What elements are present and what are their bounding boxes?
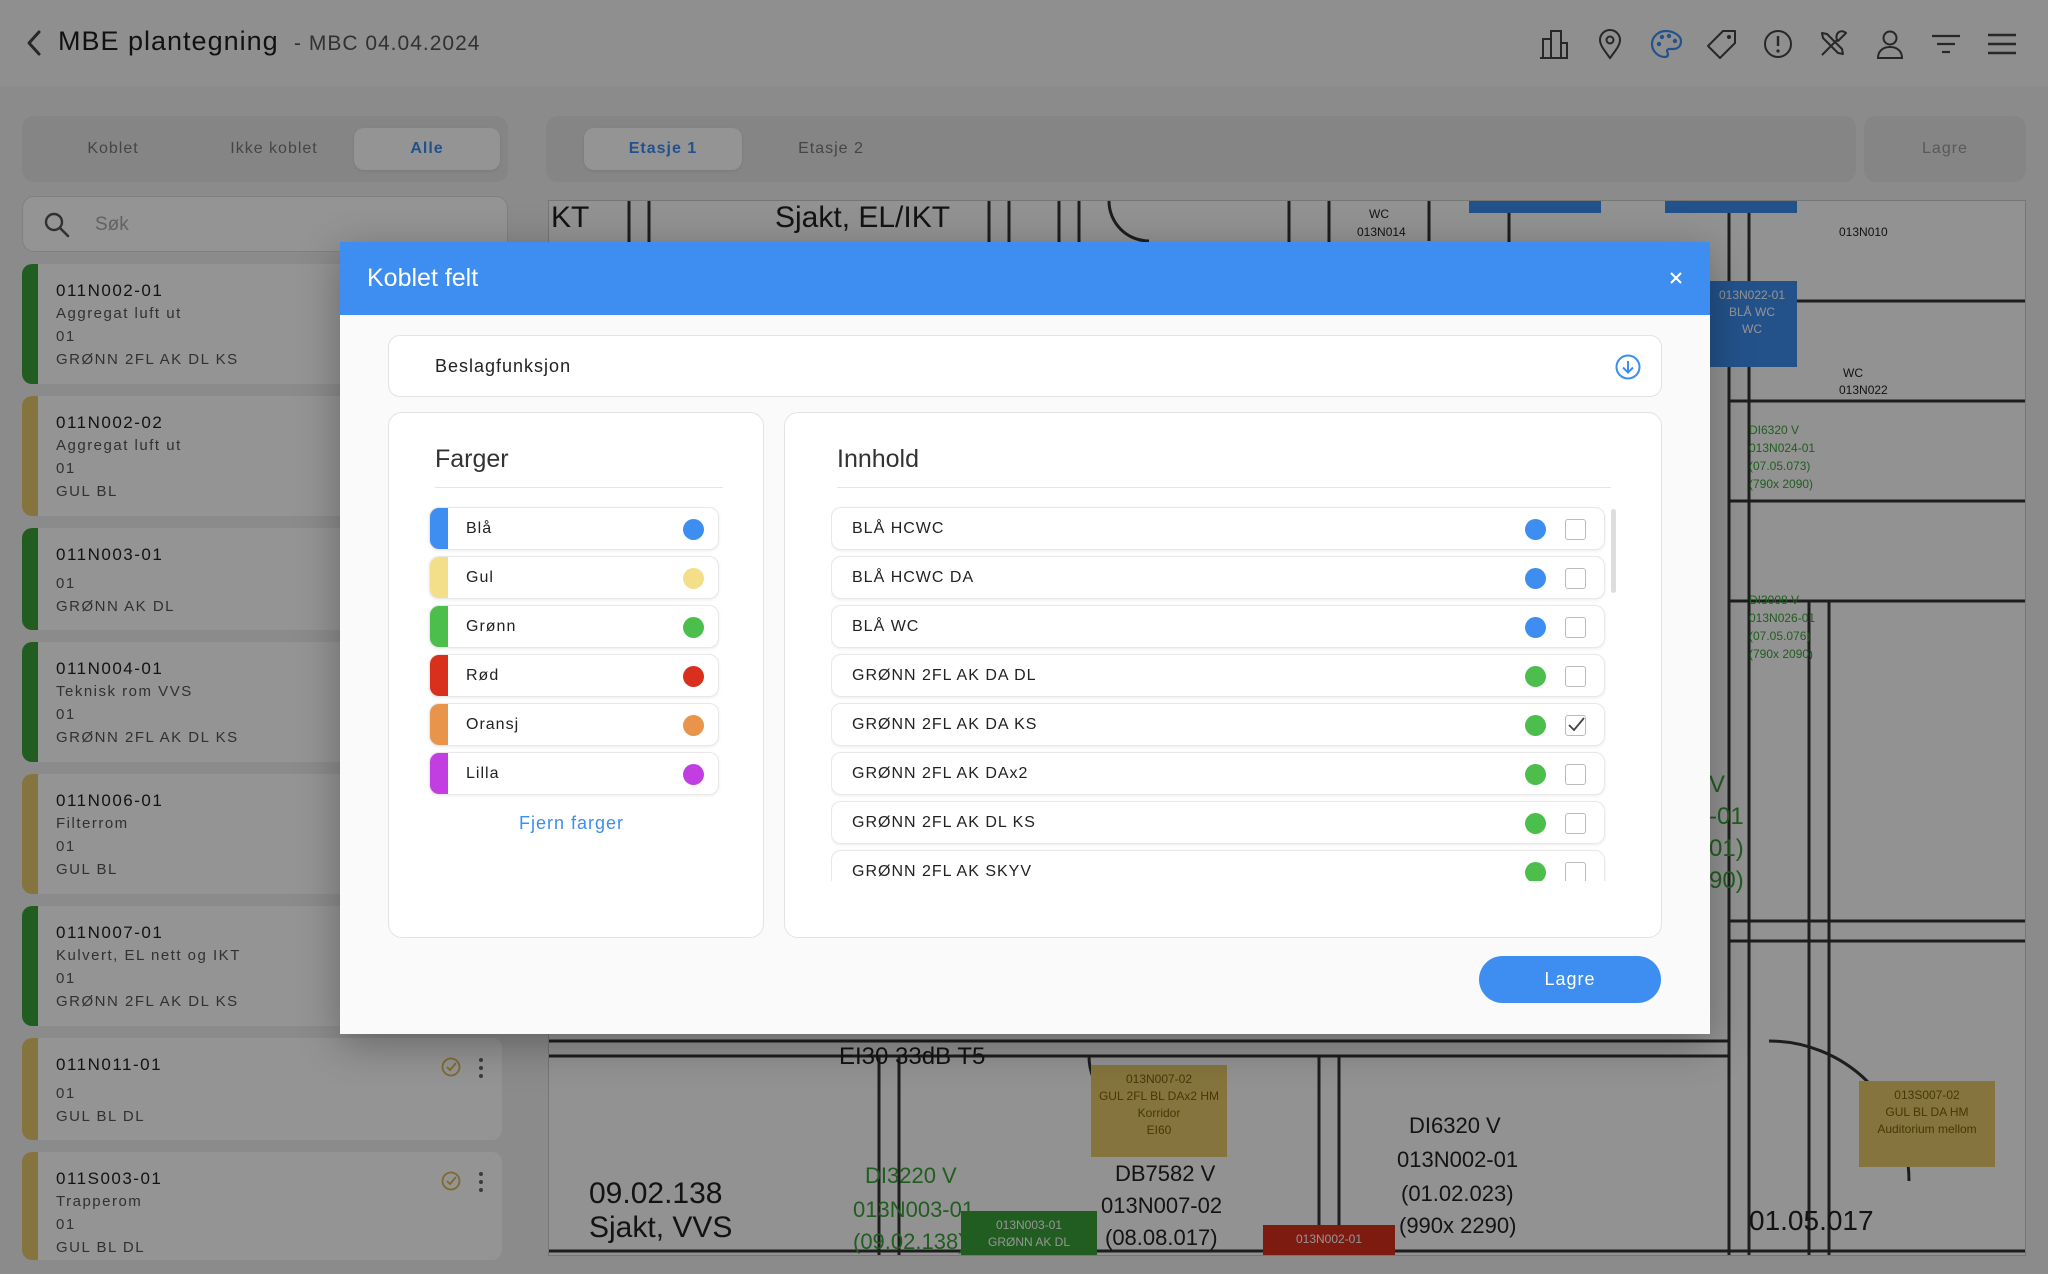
color-dot bbox=[1525, 519, 1546, 540]
content-panel: Innhold BLÅ HCWC BLÅ HCWC DA BLÅ WC GRØN… bbox=[784, 412, 1662, 938]
checkmark-icon bbox=[1568, 717, 1585, 732]
checkbox[interactable] bbox=[1565, 813, 1586, 834]
checkbox[interactable] bbox=[1565, 764, 1586, 785]
color-option-rod[interactable]: Rød bbox=[429, 654, 719, 697]
color-dot bbox=[683, 715, 704, 736]
color-dot bbox=[1525, 813, 1546, 834]
color-option-oransj[interactable]: Oransj bbox=[429, 703, 719, 746]
color-dot bbox=[683, 617, 704, 638]
color-dot bbox=[683, 764, 704, 785]
color-name: Oransj bbox=[466, 716, 520, 733]
color-dot bbox=[1525, 617, 1546, 638]
content-item[interactable]: BLÅ WC bbox=[831, 605, 1605, 648]
checkbox[interactable] bbox=[1565, 519, 1586, 540]
scrollbar[interactable] bbox=[1611, 509, 1616, 593]
color-name: Lilla bbox=[466, 765, 500, 782]
field-select[interactable]: Beslagfunksjon bbox=[388, 335, 1662, 397]
color-swatch bbox=[430, 655, 448, 696]
color-dot bbox=[683, 519, 704, 540]
content-item-label: BLÅ HCWC DA bbox=[852, 569, 975, 586]
field-select-value: Beslagfunksjon bbox=[435, 356, 572, 376]
content-item-label: GRØNN 2FL AK DA KS bbox=[852, 716, 1038, 733]
color-name: Rød bbox=[466, 667, 500, 684]
content-item[interactable]: BLÅ HCWC DA bbox=[831, 556, 1605, 599]
content-item[interactable]: GRØNN 2FL AK DA DL bbox=[831, 654, 1605, 697]
checkbox[interactable] bbox=[1565, 666, 1586, 687]
checkbox[interactable] bbox=[1565, 862, 1586, 881]
color-dot bbox=[683, 666, 704, 687]
content-item[interactable]: GRØNN 2FL AK DAx2 bbox=[831, 752, 1605, 795]
close-icon[interactable] bbox=[1664, 266, 1688, 290]
content-item[interactable]: GRØNN 2FL AK SKYV bbox=[831, 850, 1605, 881]
checkbox-checked[interactable] bbox=[1565, 715, 1586, 736]
color-swatch bbox=[430, 704, 448, 745]
color-option-gronn[interactable]: Grønn bbox=[429, 605, 719, 648]
color-name: Blå bbox=[466, 520, 493, 537]
checkbox[interactable] bbox=[1565, 617, 1586, 638]
color-swatch bbox=[430, 606, 448, 647]
color-dot bbox=[1525, 715, 1546, 736]
color-dot bbox=[1525, 862, 1546, 881]
divider bbox=[435, 487, 723, 488]
content-item-label: GRØNN 2FL AK DAx2 bbox=[852, 765, 1029, 782]
content-list[interactable]: BLÅ HCWC BLÅ HCWC DA BLÅ WC GRØNN 2FL AK… bbox=[831, 505, 1607, 881]
color-option-gul[interactable]: Gul bbox=[429, 556, 719, 599]
color-name: Gul bbox=[466, 569, 494, 586]
color-swatch bbox=[430, 508, 448, 549]
content-item[interactable]: GRØNN 2FL AK DA KS bbox=[831, 703, 1605, 746]
color-dot bbox=[1525, 568, 1546, 589]
content-item[interactable]: GRØNN 2FL AK DL KS bbox=[831, 801, 1605, 844]
dialog-title: Koblet felt bbox=[367, 264, 479, 292]
color-dot bbox=[1525, 764, 1546, 785]
color-swatch bbox=[430, 557, 448, 598]
color-option-bla[interactable]: Blå bbox=[429, 507, 719, 550]
content-item-label: BLÅ HCWC bbox=[852, 520, 945, 537]
remove-colors-link[interactable]: Fjern farger bbox=[519, 813, 624, 834]
content-item-label: GRØNN 2FL AK SKYV bbox=[852, 863, 1033, 880]
content-title: Innhold bbox=[837, 445, 920, 473]
colors-panel: Farger Blå Gul Grønn Rød Oransj Lilla Fj… bbox=[388, 412, 764, 938]
color-dot bbox=[1525, 666, 1546, 687]
color-name: Grønn bbox=[466, 618, 517, 635]
checkbox[interactable] bbox=[1565, 568, 1586, 589]
colors-title: Farger bbox=[435, 445, 509, 473]
content-item-label: GRØNN 2FL AK DL KS bbox=[852, 814, 1036, 831]
linked-field-dialog: Koblet felt Beslagfunksjon Farger Blå Gu… bbox=[340, 242, 1710, 1034]
content-item-label: BLÅ WC bbox=[852, 618, 920, 635]
save-button[interactable]: Lagre bbox=[1479, 956, 1661, 1003]
content-item[interactable]: BLÅ HCWC bbox=[831, 507, 1605, 550]
divider bbox=[837, 487, 1611, 488]
arrow-down-circle-icon[interactable] bbox=[1613, 352, 1643, 382]
color-option-lilla[interactable]: Lilla bbox=[429, 752, 719, 795]
content-item-label: GRØNN 2FL AK DA DL bbox=[852, 667, 1037, 684]
color-dot bbox=[683, 568, 704, 589]
dialog-header: Koblet felt bbox=[340, 242, 1710, 315]
color-swatch bbox=[430, 753, 448, 794]
